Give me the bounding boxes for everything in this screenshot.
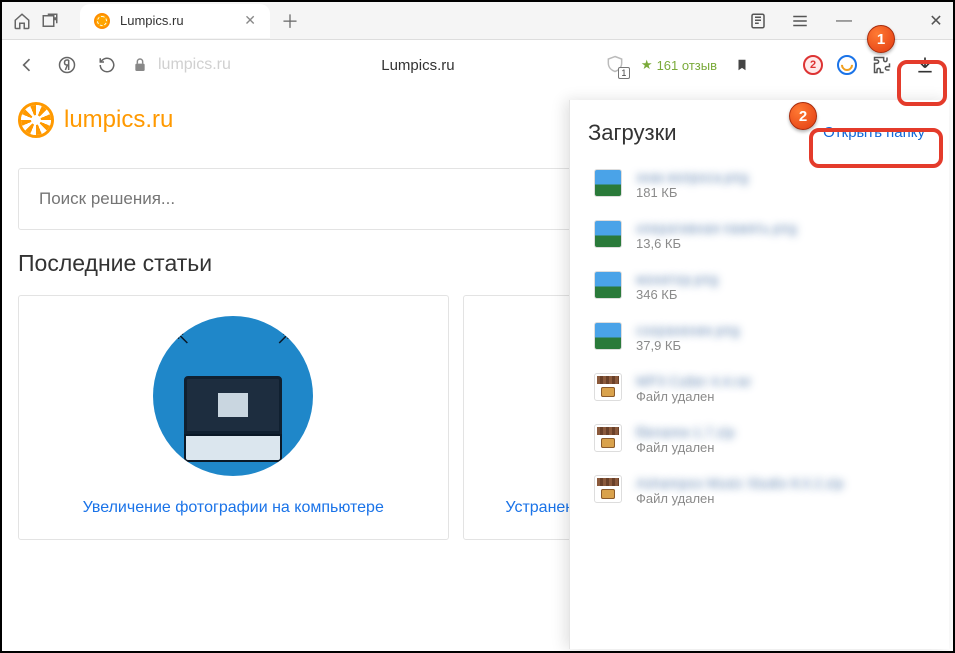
file-sub: 37,9 КБ <box>636 338 739 353</box>
file-thumb-icon <box>594 424 622 452</box>
tab-favicon <box>94 13 110 29</box>
downloads-list: знак вопроса.png 181 КБ оперативная памя… <box>588 161 935 514</box>
download-item[interactable]: монитор.png 346 КБ <box>588 263 935 310</box>
site-logo-icon[interactable] <box>18 102 54 138</box>
shield-count: 1 <box>618 67 630 79</box>
browser-tab[interactable]: Lumpics.ru ✕ <box>80 4 270 38</box>
file-name: знак вопроса.png <box>636 169 748 185</box>
menu-icon[interactable] <box>791 14 813 28</box>
browser-toolbar: lumpics.ru Lumpics.ru 1 ★ 161 отзыв 2 <box>2 40 953 90</box>
file-sub: 13,6 КБ <box>636 236 797 251</box>
site-name[interactable]: lumpics.ru <box>64 106 173 134</box>
file-name: MP3 Cutter 4.4.rar <box>636 373 751 389</box>
downloads-title: Загрузки <box>588 120 677 146</box>
file-name: filename-1.7.zip <box>636 424 735 440</box>
downloads-button[interactable] <box>907 47 943 83</box>
download-item[interactable]: filename-1.7.zip Файл удален <box>588 416 935 463</box>
new-window-icon[interactable] <box>36 7 64 35</box>
bookmark-icon[interactable] <box>731 54 753 76</box>
extension-badge-red[interactable]: 2 <box>803 55 823 75</box>
file-sub: Файл удален <box>636 389 751 404</box>
file-name: оперативная память.png <box>636 220 797 236</box>
downloads-panel: Загрузки Открыть папку знак вопроса.png … <box>569 100 949 649</box>
download-item[interactable]: MP3 Cutter 4.4.rar Файл удален <box>588 365 935 412</box>
file-sub: Файл удален <box>636 491 844 506</box>
file-name: Ashampoo Music Studio 8.0.2.zip <box>636 475 844 491</box>
file-thumb-icon <box>594 220 622 248</box>
file-sub: Файл удален <box>636 440 735 455</box>
minimize-window-button[interactable]: — <box>833 12 855 30</box>
download-item[interactable]: сохранение.png 37,9 КБ <box>588 314 935 361</box>
close-tab-icon[interactable]: ✕ <box>244 12 256 29</box>
lock-icon <box>132 57 148 73</box>
article-card[interactable]: ↖↗ Увеличение фотографии на компьютере <box>18 295 449 540</box>
tab-title: Lumpics.ru <box>120 13 234 28</box>
tracker-shield-icon[interactable]: 1 <box>605 54 627 76</box>
article-link[interactable]: Увеличение фотографии на компьютере <box>83 494 384 523</box>
url-text: lumpics.ru <box>158 56 231 74</box>
reload-button[interactable] <box>92 50 122 80</box>
page-title: Lumpics.ru <box>241 57 595 74</box>
browser-tab-strip: Lumpics.ru ✕ ＋ — ✕ <box>2 2 953 40</box>
file-thumb-icon <box>594 271 622 299</box>
close-window-button[interactable]: ✕ <box>925 11 947 31</box>
file-thumb-icon <box>594 475 622 503</box>
address-bar[interactable]: lumpics.ru <box>132 56 231 74</box>
file-sub: 181 КБ <box>636 185 748 200</box>
reader-mode-icon[interactable] <box>749 12 771 30</box>
open-folder-link[interactable]: Открыть папку <box>813 118 935 147</box>
file-thumb-icon <box>594 373 622 401</box>
file-thumb-icon <box>594 169 622 197</box>
annotation-badge-1: 1 <box>867 25 895 53</box>
file-name: сохранение.png <box>636 322 739 338</box>
file-thumb-icon <box>594 322 622 350</box>
download-item[interactable]: Ashampoo Music Studio 8.0.2.zip Файл уда… <box>588 467 935 514</box>
reviews-text: 161 отзыв <box>657 58 717 73</box>
file-sub: 346 КБ <box>636 287 718 302</box>
new-tab-button[interactable]: ＋ <box>276 7 304 35</box>
download-item[interactable]: оперативная память.png 13,6 КБ <box>588 212 935 259</box>
file-name: монитор.png <box>636 271 718 287</box>
annotation-badge-2: 2 <box>789 102 817 130</box>
star-icon: ★ <box>641 57 653 73</box>
home-tab-icon[interactable] <box>8 7 36 35</box>
extension-sync-icon[interactable] <box>837 55 857 75</box>
article-illustration: ↖↗ <box>153 316 313 476</box>
yandex-button[interactable] <box>52 50 82 80</box>
reviews-badge[interactable]: ★ 161 отзыв <box>641 57 717 73</box>
download-item[interactable]: знак вопроса.png 181 КБ <box>588 161 935 208</box>
back-button[interactable] <box>12 50 42 80</box>
extensions-icon[interactable] <box>871 54 893 76</box>
